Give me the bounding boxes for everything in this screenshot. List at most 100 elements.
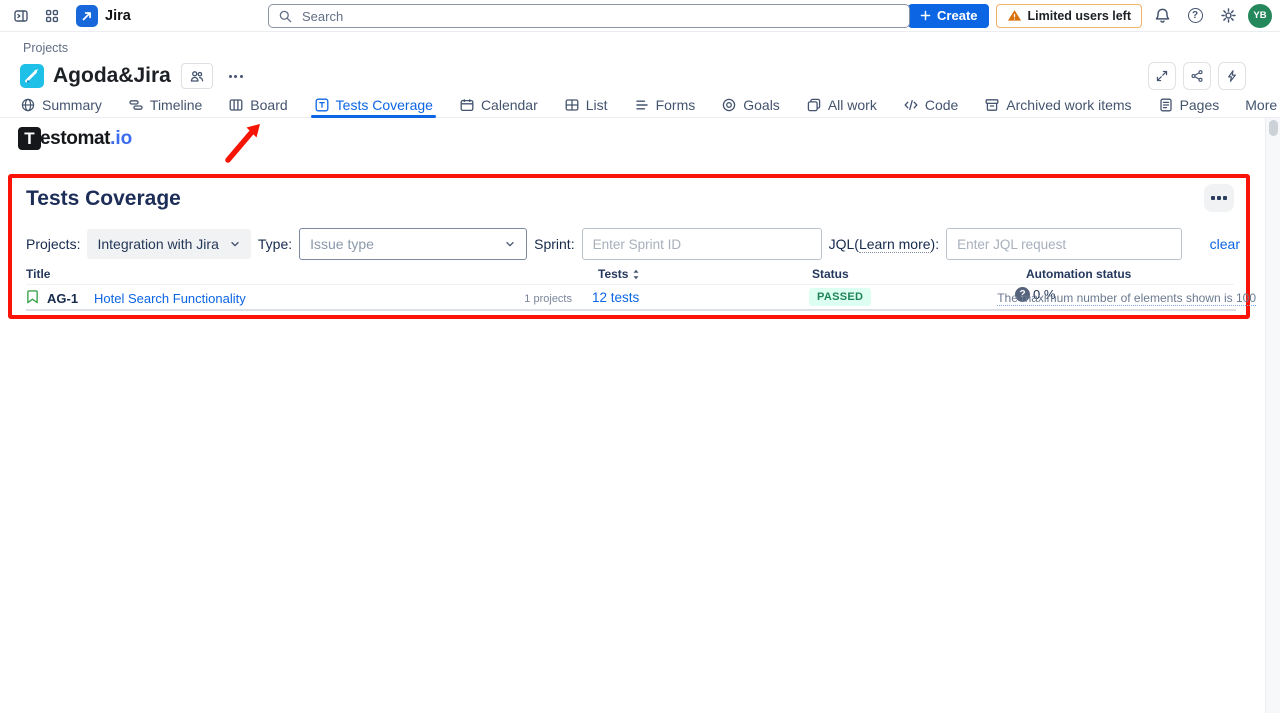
column-header-tests-label: Tests xyxy=(598,267,628,281)
tab-calendar[interactable]: Calendar xyxy=(459,92,538,117)
table-row-divider xyxy=(26,309,1236,311)
create-button-label: Create xyxy=(937,8,977,23)
sidebar-toggle-button[interactable] xyxy=(8,3,34,29)
global-search[interactable] xyxy=(268,4,910,28)
project-more-button[interactable] xyxy=(223,63,249,89)
lightning-icon xyxy=(1225,68,1239,84)
fullscreen-button[interactable] xyxy=(1148,62,1176,90)
issue-key[interactable]: AG-1 xyxy=(47,291,78,306)
tab-more[interactable]: More 2 xyxy=(1245,92,1280,117)
warning-triangle-icon xyxy=(1007,8,1022,23)
all-work-icon xyxy=(806,97,822,113)
app-grid-icon xyxy=(44,8,60,24)
tab-label: More xyxy=(1245,97,1277,113)
panel-more-button[interactable] xyxy=(1204,184,1234,212)
jql-filter-label: JQL(Learn more): xyxy=(829,236,940,252)
tab-pages[interactable]: Pages xyxy=(1158,92,1220,117)
topbar-right-group: Create Limited users left ? YB xyxy=(908,3,1272,29)
panel-title: Tests Coverage xyxy=(26,187,181,211)
jira-logo[interactable]: Jira xyxy=(76,5,131,27)
share-icon xyxy=(1190,68,1204,84)
tab-timeline[interactable]: Timeline xyxy=(128,92,202,117)
more-icon xyxy=(240,75,243,78)
tab-list[interactable]: List xyxy=(564,92,608,117)
create-button[interactable]: Create xyxy=(908,4,988,28)
bell-icon xyxy=(1154,7,1171,24)
tab-summary[interactable]: Summary xyxy=(20,92,102,117)
tab-label: Tests Coverage xyxy=(336,97,433,113)
red-annotation-arrow xyxy=(218,118,274,166)
clear-filters-link[interactable]: clear xyxy=(1210,236,1240,252)
timeline-icon xyxy=(128,97,144,113)
limited-users-button[interactable]: Limited users left xyxy=(996,4,1143,28)
tab-forms[interactable]: Forms xyxy=(634,92,696,117)
archive-box-icon xyxy=(984,97,1000,113)
vertical-scrollbar[interactable] xyxy=(1265,118,1280,713)
issue-type-placeholder: Issue type xyxy=(310,236,374,252)
share-button[interactable] xyxy=(1183,62,1211,90)
column-header-tests[interactable]: Tests xyxy=(598,267,640,281)
more-icon xyxy=(1223,196,1227,200)
sprint-id-input[interactable] xyxy=(582,228,822,260)
column-header-automation-status: Automation status xyxy=(1026,267,1131,281)
tab-label: Timeline xyxy=(150,97,202,113)
testomat-logo-suffix: .io xyxy=(110,128,132,150)
user-avatar[interactable]: YB xyxy=(1248,4,1272,28)
app-name: Jira xyxy=(105,8,131,24)
jql-learn-more-link[interactable]: Learn more xyxy=(859,236,931,253)
tab-label: All work xyxy=(828,97,877,113)
max-elements-note[interactable]: The maximum number of elements shown is … xyxy=(997,291,1256,306)
issue-title-link[interactable]: Hotel Search Functionality xyxy=(94,291,246,306)
sort-icon xyxy=(632,269,640,280)
automation-button[interactable] xyxy=(1218,62,1246,90)
forms-icon xyxy=(634,97,650,113)
settings-button[interactable] xyxy=(1215,3,1241,29)
goals-target-icon xyxy=(721,97,737,113)
tab-label: Archived work items xyxy=(1006,97,1131,113)
status-badge: PASSED xyxy=(809,288,871,306)
tab-all-work[interactable]: All work xyxy=(806,92,877,117)
projects-count: 1 projects xyxy=(462,293,572,305)
project-access-button[interactable] xyxy=(181,63,213,89)
scrollbar-thumb[interactable] xyxy=(1269,120,1278,136)
jira-logo-icon xyxy=(76,5,98,27)
tab-archived-work-items[interactable]: Archived work items xyxy=(984,92,1131,117)
jql-label-prefix: JQL( xyxy=(829,236,859,252)
notifications-button[interactable] xyxy=(1149,3,1175,29)
table-row: AG-1 Hotel Search Functionality 1 projec… xyxy=(12,286,1246,310)
more-icon xyxy=(1217,196,1221,200)
projects-filter-label: Projects: xyxy=(26,236,80,252)
filter-bar: Projects: Integration with Jira Type: Is… xyxy=(26,228,1240,260)
tab-label: List xyxy=(586,97,608,113)
search-input[interactable] xyxy=(300,8,900,25)
help-icon: ? xyxy=(1188,8,1203,23)
automation-status-cell: The maximum number of elements shown is … xyxy=(1015,287,1256,307)
projects-filter-dropdown[interactable]: Integration with Jira xyxy=(87,229,250,259)
chevron-down-icon xyxy=(504,238,516,250)
jql-request-input[interactable] xyxy=(946,228,1182,260)
testomat-logo-text: estomat xyxy=(40,128,110,150)
project-tab-bar: Summary Timeline Board Tests Coverage Ca… xyxy=(0,92,1280,118)
jql-label-suffix: ): xyxy=(931,236,940,252)
tab-goals[interactable]: Goals xyxy=(721,92,780,117)
tab-board[interactable]: Board xyxy=(228,92,287,117)
project-header: Projects Agoda&Jira xyxy=(0,32,1280,92)
app-switcher-button[interactable] xyxy=(39,3,65,29)
breadcrumb[interactable]: Projects xyxy=(23,41,1260,55)
tab-code[interactable]: Code xyxy=(903,92,958,117)
tab-label: Goals xyxy=(743,97,780,113)
topbar-left-group: Jira xyxy=(8,3,131,29)
help-button[interactable]: ? xyxy=(1182,3,1208,29)
type-filter-label: Type: xyxy=(258,236,292,252)
tests-coverage-content: T estomat .io Tests Coverage Projects: I… xyxy=(0,118,1280,713)
projects-filter-value: Integration with Jira xyxy=(97,236,218,252)
table-header-divider xyxy=(26,284,1234,285)
tests-coverage-icon xyxy=(314,97,330,113)
people-icon xyxy=(189,68,205,84)
project-title-row: Agoda&Jira xyxy=(20,60,1260,92)
tests-count-link[interactable]: 12 tests xyxy=(592,290,639,305)
chevron-down-icon xyxy=(229,238,241,250)
testomat-logo: T estomat .io xyxy=(18,127,132,150)
tab-tests-coverage[interactable]: Tests Coverage xyxy=(314,92,433,117)
issue-type-select[interactable]: Issue type xyxy=(299,228,527,260)
